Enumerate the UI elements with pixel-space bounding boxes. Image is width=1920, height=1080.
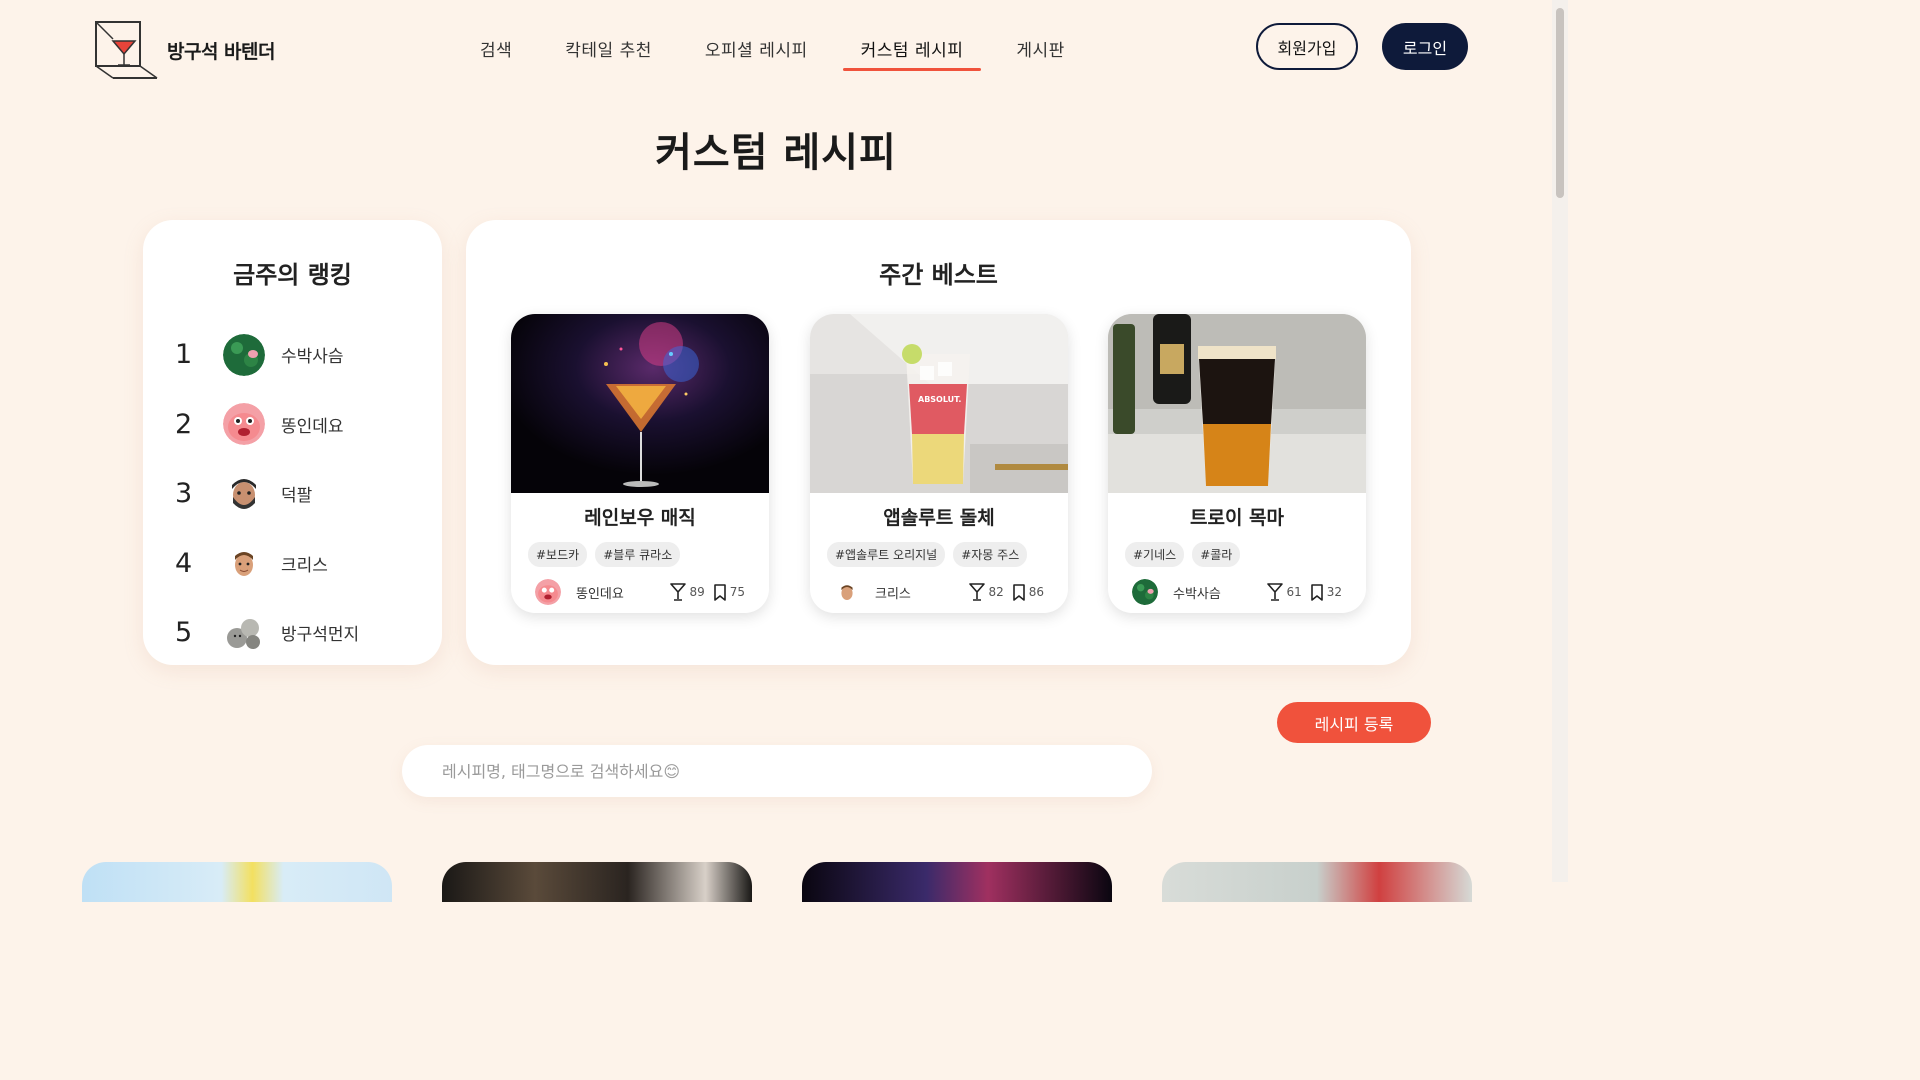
- tag[interactable]: #블루 큐라소: [595, 542, 681, 567]
- bookmark-icon: [1012, 583, 1025, 601]
- recipe-meta: 수박사슴 61 32: [1132, 579, 1342, 605]
- ranking-item[interactable]: 1 수박사슴: [173, 320, 423, 390]
- nav-official-recipe[interactable]: 오피셜 레시피: [687, 36, 826, 71]
- avatar: [834, 579, 860, 605]
- recipe-meta: 똥인데요 89 75: [535, 579, 745, 605]
- recipe-name: 트로이 목마: [1189, 507, 1284, 529]
- recipe-card[interactable]: 트로이 목마 #기네스 #콜라 수박사슴 61 32: [1108, 314, 1366, 613]
- search-input[interactable]: [402, 745, 1152, 797]
- nav-custom-recipe[interactable]: 커스텀 레시피: [842, 36, 982, 71]
- avatar: [223, 472, 265, 515]
- cocktail-glass-icon: [1267, 583, 1284, 601]
- like-count-value: 82: [988, 585, 1004, 599]
- ranking-name: 똥인데요: [281, 416, 344, 437]
- ranking-name: 덕팔: [281, 486, 313, 507]
- nav-board[interactable]: 게시판: [998, 36, 1082, 71]
- recipe-author: 크리스: [875, 586, 911, 602]
- recipe-card-preview[interactable]: [802, 862, 1112, 902]
- login-button[interactable]: 로그인: [1382, 23, 1468, 70]
- bookmark-icon: [1310, 583, 1323, 601]
- tag[interactable]: #보드카: [528, 542, 588, 567]
- ranking-name: 수박사슴: [281, 347, 344, 368]
- recipe-author: 똥인데요: [576, 586, 624, 602]
- bookmark-count[interactable]: 75: [713, 583, 745, 601]
- cocktail-glass-icon: [670, 583, 687, 601]
- ranking-name: 방구석먼지: [281, 625, 360, 646]
- register-recipe-button[interactable]: 레시피 등록: [1277, 702, 1431, 743]
- recipe-card[interactable]: 레인보우 매직 #보드카 #블루 큐라소 똥인데요 89 75: [511, 314, 769, 613]
- ranking-name: 크리스: [281, 555, 328, 576]
- avatar: [223, 542, 265, 585]
- page-title: 커스텀 레시피: [655, 130, 897, 176]
- like-count[interactable]: 89: [670, 583, 705, 601]
- avatar: [223, 611, 265, 654]
- recipe-name: 앱솔루트 돌체: [883, 507, 995, 529]
- ranking-list: 1 수박사슴 2 똥인데요 3 덕팔 4 크리스 5 방구석먼지: [173, 320, 423, 668]
- bookmark-count-value: 32: [1326, 585, 1342, 599]
- avatar: [223, 333, 265, 376]
- recipe-card-preview[interactable]: [1162, 862, 1472, 902]
- like-count-value: 89: [689, 585, 705, 599]
- svg-text:ABSOLUT.: ABSOLUT.: [918, 395, 961, 404]
- tag-list: #보드카 #블루 큐라소: [511, 542, 769, 567]
- recipe-card-preview[interactable]: [442, 862, 752, 902]
- recipe-meta: 크리스 82 86: [834, 579, 1044, 605]
- bookmark-count-value: 86: [1028, 585, 1044, 599]
- tag[interactable]: #앱솔루트 오리지널: [827, 542, 946, 567]
- tag-list: #앱솔루트 오리지널 #자몽 주스: [810, 542, 1068, 567]
- nav-cocktail-recommend[interactable]: 칵테일 추천: [547, 36, 670, 71]
- tag-list: #기네스 #콜라: [1108, 542, 1366, 567]
- cocktail-glass-icon: [969, 583, 986, 601]
- weekly-best-title: 주간 베스트: [879, 261, 998, 289]
- rank-number: 1: [175, 339, 193, 371]
- main-nav: 검색 칵테일 추천 오피셜 레시피 커스텀 레시피 게시판: [462, 36, 1083, 71]
- tag[interactable]: #기네스: [1125, 542, 1185, 567]
- recipe-card-preview[interactable]: [82, 862, 392, 902]
- recipe-image: ABSOLUT.: [810, 314, 1068, 493]
- brand-name: 방구석 바텐더: [167, 40, 276, 63]
- rank-number: 3: [175, 478, 193, 510]
- weekly-ranking-panel: 금주의 랭킹 1 수박사슴 2 똥인데요 3 덕팔 4 크리스 5 방구석먼지: [143, 220, 442, 665]
- search-bar: [402, 745, 1152, 797]
- recipe-image: [511, 314, 769, 493]
- ranking-item[interactable]: 3 덕팔: [173, 459, 423, 529]
- like-count[interactable]: 82: [969, 583, 1004, 601]
- header: 방구석 바텐더 검색 칵테일 추천 오피셜 레시피 커스텀 레시피 게시판 회원…: [0, 0, 1552, 95]
- ranking-item[interactable]: 4 크리스: [173, 529, 423, 599]
- bookmark-count-value: 75: [729, 585, 745, 599]
- recipe-name: 레인보우 매직: [584, 507, 696, 529]
- ranking-title: 금주의 랭킹: [233, 261, 352, 289]
- weekly-best-panel: 주간 베스트 레인보우 매직 #보드카 #블루 큐라소 똥인데요 89 75 A…: [466, 220, 1411, 665]
- scrollbar-thumb[interactable]: [1556, 8, 1564, 198]
- rank-number: 4: [175, 547, 193, 579]
- recipe-author: 수박사슴: [1173, 586, 1221, 602]
- bookmark-count[interactable]: 32: [1310, 583, 1342, 601]
- bookmark-icon: [713, 583, 726, 601]
- avatar: [223, 403, 265, 446]
- cocktail-logo-icon: [95, 21, 158, 79]
- tag[interactable]: #자몽 주스: [953, 542, 1028, 567]
- page-scrollbar[interactable]: [1552, 0, 1568, 882]
- recipe-image: [1108, 314, 1366, 493]
- nav-search[interactable]: 검색: [462, 36, 530, 71]
- tag[interactable]: #콜라: [1192, 542, 1241, 567]
- avatar: [535, 579, 561, 605]
- signup-button[interactable]: 회원가입: [1256, 23, 1358, 70]
- ranking-item[interactable]: 2 똥인데요: [173, 390, 423, 460]
- bookmark-count[interactable]: 86: [1012, 583, 1044, 601]
- recipe-card[interactable]: ABSOLUT. 앱솔루트 돌체 #앱솔루트 오리지널 #자몽 주스 크리스 8…: [810, 314, 1068, 613]
- ranking-item[interactable]: 5 방구석먼지: [173, 598, 423, 668]
- like-count[interactable]: 61: [1267, 583, 1302, 601]
- rank-number: 5: [175, 617, 193, 649]
- avatar: [1132, 579, 1158, 605]
- logo[interactable]: 방구석 바텐더: [93, 19, 276, 81]
- like-count-value: 61: [1286, 585, 1302, 599]
- rank-number: 2: [175, 408, 193, 440]
